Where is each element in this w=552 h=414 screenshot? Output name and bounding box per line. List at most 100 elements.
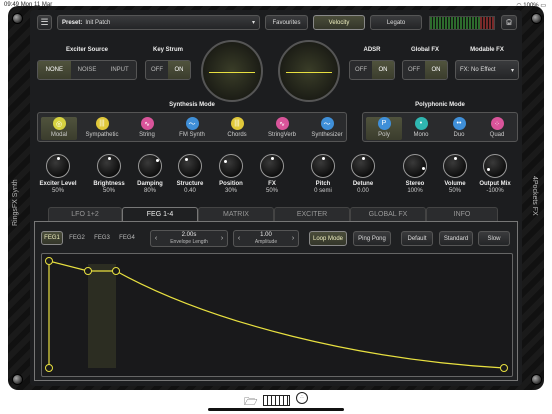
tab-global-fx[interactable]: GLOBAL FX [350, 207, 426, 221]
exciter-noise-option[interactable]: NOISE [71, 61, 104, 79]
envelope-node[interactable] [45, 257, 53, 265]
detune-knob[interactable] [351, 154, 375, 178]
slow-button[interactable]: Slow [478, 231, 510, 246]
tab-feg[interactable]: FEG 1-4 [122, 207, 198, 221]
preset-label: Preset: [62, 19, 83, 26]
global-fx-off-option[interactable]: OFF [403, 61, 425, 79]
key-strum-toggle: OFF ON [145, 60, 191, 80]
key-strum-title: Key Strum [152, 47, 183, 53]
loop-mode-button[interactable]: Loop Mode [309, 231, 347, 246]
ping-pong-button[interactable]: Ping Pong [353, 231, 391, 246]
envelope-node[interactable] [500, 364, 508, 372]
envelope-length-label: Envelope Length [170, 239, 208, 245]
poly-mode-duo[interactable]: •• Duo [441, 117, 477, 138]
feg1-button[interactable]: FEG1 [41, 231, 63, 245]
decrement-icon[interactable]: ‹ [234, 231, 244, 246]
global-fx-on-option[interactable]: ON [425, 61, 447, 79]
synthesis-mode-sympathetic[interactable]: ||| Sympathetic [84, 117, 120, 138]
knob-label: Detune [352, 181, 374, 187]
feg2-button[interactable]: FEG2 [66, 231, 88, 245]
exciter-none-option[interactable]: NONE [38, 61, 71, 79]
midi-icon[interactable]: ∴ [296, 392, 308, 404]
menu-button[interactable]: ☰ [37, 15, 52, 30]
screw-icon [12, 13, 23, 24]
mono-icon: • [414, 117, 428, 130]
legato-button[interactable]: Legato [370, 15, 422, 30]
synthesis-mode-label: String [139, 132, 155, 138]
feg4-button[interactable]: FEG4 [116, 231, 138, 245]
polyphonic-mode-group: P Poly • Mono •• Duo ⁘ Quad [362, 112, 518, 142]
synthesis-mode-chords[interactable]: ||| Chords [219, 117, 255, 138]
poly-mode-mono[interactable]: • Mono [403, 117, 439, 138]
envelope-node[interactable] [84, 267, 92, 275]
exciter-input-option[interactable]: INPUT [103, 61, 136, 79]
envelope-node[interactable] [45, 364, 53, 372]
damping-knob[interactable] [138, 154, 162, 178]
envelope-node[interactable] [112, 267, 120, 275]
modable-fx-selector[interactable]: FX: No Effect ▾ [455, 60, 519, 80]
tab-exciter[interactable]: EXCITER [274, 207, 350, 221]
tab-info[interactable]: INFO [426, 207, 498, 221]
keyboard-icon[interactable] [263, 395, 290, 406]
poly-icon: P [377, 117, 391, 130]
synthesis-mode-stringverb[interactable]: ∿ StringVerb [264, 117, 300, 138]
synthesis-mode-title: Synthesis Mode [169, 102, 215, 108]
increment-icon[interactable]: › [288, 231, 298, 246]
duo-icon: •• [452, 117, 466, 130]
tab-matrix[interactable]: MATRIX [198, 207, 274, 221]
knob-label: Exciter Level [39, 181, 77, 187]
bottom-bar: 🗁︎ ∴ [0, 392, 552, 414]
modable-fx-value: FX: No Effect [460, 67, 496, 73]
modal-icon: ◎ [52, 117, 66, 130]
home-indicator[interactable] [208, 408, 344, 411]
preset-selector[interactable]: Preset: Init Patch ▾ [57, 15, 260, 30]
stringverb-icon: ∿ [275, 117, 289, 130]
velocity-button[interactable]: Velocity [313, 15, 365, 30]
adsr-on-option[interactable]: ON [372, 61, 394, 79]
amplitude-stepper: ‹ 1.00 Amplitude › [233, 230, 299, 247]
knob-value: -100% [486, 188, 504, 194]
structure-knob[interactable] [178, 154, 202, 178]
position-knob[interactable] [219, 154, 243, 178]
polyphonic-mode-title: Polyphonic Mode [415, 102, 465, 108]
synthesis-mode-string[interactable]: ∿ String [129, 117, 165, 138]
stereo-knob[interactable] [403, 154, 427, 178]
synthesis-mode-label: Sympathetic [85, 132, 119, 138]
key-strum-on-option[interactable]: ON [168, 61, 190, 79]
poly-mode-label: Quad [489, 132, 505, 138]
increment-icon[interactable]: › [217, 231, 227, 246]
chords-icon: ||| [230, 117, 244, 130]
sympathetic-icon: ||| [95, 117, 109, 130]
modable-fx-title: Modable FX [470, 47, 504, 53]
output-mix-knob[interactable] [483, 154, 507, 178]
favourites-button[interactable]: Favourites [265, 15, 308, 30]
decrement-icon[interactable]: ‹ [151, 231, 161, 246]
poly-mode-poly[interactable]: P Poly [366, 117, 402, 140]
exciter-source-selector: NONE NOISE INPUT [37, 60, 137, 80]
knob-value: 0.00 [357, 188, 369, 194]
envelope-graph[interactable] [41, 253, 513, 377]
oscilloscope-right [278, 40, 340, 102]
tab-lfo[interactable]: LFO 1+2 [48, 207, 122, 221]
feg3-button[interactable]: FEG3 [91, 231, 113, 245]
volume-knob[interactable] [443, 154, 467, 178]
poly-mode-label: Poly [378, 132, 390, 138]
screw-icon [12, 374, 23, 385]
envelope-graph-canvas [45, 257, 508, 372]
pitch-knob[interactable] [311, 154, 335, 178]
exciter-level-knob[interactable] [46, 154, 70, 178]
brightness-knob[interactable] [97, 154, 121, 178]
headphones-button[interactable]: 🎧︎ [501, 15, 517, 30]
poly-mode-quad[interactable]: ⁘ Quad [479, 117, 515, 138]
standard-button[interactable]: Standard [439, 231, 473, 246]
global-fx-title: Global FX [410, 47, 439, 53]
default-button[interactable]: Default [401, 231, 433, 246]
synthesis-mode-modal[interactable]: ◎ Modal [41, 117, 77, 140]
fx-knob[interactable] [260, 154, 284, 178]
synthesis-mode-synthesizer[interactable]: 〜 Synthesizer [309, 117, 345, 138]
synthesis-mode-fm-synth[interactable]: 〜 FM Synth [174, 117, 210, 138]
synthesis-mode-label: StringVerb [267, 132, 297, 138]
adsr-title: ADSR [363, 47, 381, 53]
adsr-off-option[interactable]: OFF [350, 61, 372, 79]
key-strum-off-option[interactable]: OFF [146, 61, 168, 79]
